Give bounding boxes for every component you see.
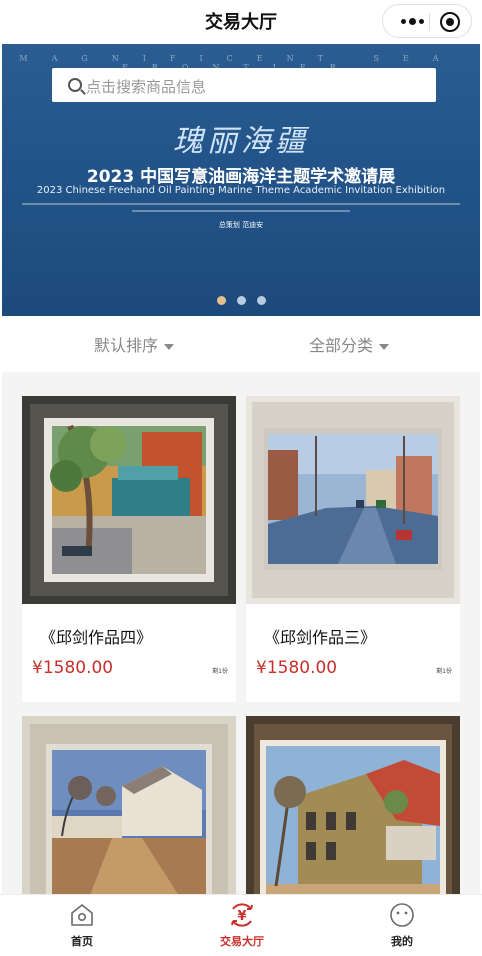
painting-thumbnail (22, 716, 236, 894)
product-card[interactable] (246, 716, 460, 894)
product-image[interactable] (246, 396, 460, 604)
trade-yuan-icon: ¥ (231, 903, 253, 927)
product-image[interactable] (22, 396, 236, 604)
tab-home-label: 首页 (71, 935, 93, 948)
carousel-dot-active[interactable] (216, 296, 226, 305)
carousel-dot[interactable] (256, 296, 266, 305)
filter-bar: 默认排序 全部分类 (0, 316, 482, 372)
svg-text:¥: ¥ (237, 909, 246, 924)
product-price: ¥1580.00 (256, 658, 338, 678)
painting-thumbnail (246, 716, 460, 894)
product-price: ¥1580.00 (32, 658, 114, 678)
product-image[interactable] (246, 716, 460, 894)
search-icon (68, 78, 82, 92)
caret-down-icon (164, 343, 175, 350)
miniprogram-capsule (382, 4, 472, 38)
profile-face-icon (390, 903, 414, 927)
banner-fine-print (22, 209, 460, 214)
banner-title-en: 2023 Chinese Freehand Oil Painting Marin… (36, 185, 446, 196)
capsule-divider (429, 13, 430, 31)
banner-title-zh: 2023 中国写意油画海洋主题学术邀请展 (86, 167, 396, 187)
sort-dropdown[interactable]: 默认排序 (94, 332, 175, 356)
carousel-indicator (2, 296, 480, 305)
product-card[interactable]: 《邱剑作品四》 ¥1580.00 剩1份 (22, 396, 236, 702)
product-card[interactable] (22, 716, 236, 894)
product-image[interactable] (22, 716, 236, 894)
product-stock: 剩1份 (212, 668, 228, 675)
banner-fine-print-lines (22, 203, 460, 205)
more-dot-icon (418, 18, 424, 24)
banner-calligraphy-title: 瑰丽海疆 (173, 124, 309, 159)
product-card[interactable]: 《邱剑作品三》 ¥1580.00 剩1份 (246, 396, 460, 702)
tab-home[interactable]: 首页 (42, 901, 122, 949)
sort-dropdown-label: 默认排序 (94, 336, 159, 355)
category-dropdown[interactable]: 全部分类 (309, 332, 390, 356)
tab-trade-hall-label: 交易大厅 (220, 935, 264, 948)
search-bar[interactable]: 点击搜索商品信息 (52, 68, 436, 102)
product-grid: 《邱剑作品四》 ¥1580.00 剩1份 《邱剑作品三》 ¥1580.00 剩1… (2, 372, 480, 894)
bottom-tab-bar: 首页 ¥ 交易大厅 我的 (0, 894, 482, 956)
exhibition-banner[interactable]: MAGNIFICENT SEA FRONTIER 点击搜索商品信息 瑰丽海疆 2… (2, 44, 480, 316)
banner-fine-print (22, 202, 460, 207)
painting-thumbnail (22, 396, 236, 604)
banner-planner: 总策划 范迪安 (218, 221, 264, 229)
caret-down-icon (379, 343, 390, 350)
more-options-button[interactable] (395, 9, 429, 33)
more-dot-icon (400, 18, 406, 24)
tab-profile[interactable]: 我的 (362, 901, 442, 949)
close-miniprogram-button[interactable] (440, 12, 460, 32)
tab-trade-hall[interactable]: ¥ 交易大厅 (202, 901, 282, 949)
category-dropdown-label: 全部分类 (309, 336, 374, 355)
product-name: 《邱剑作品三》 (264, 628, 377, 647)
home-icon (71, 904, 93, 926)
search-placeholder: 点击搜索商品信息 (86, 78, 207, 96)
product-name: 《邱剑作品四》 (40, 628, 153, 647)
painting-thumbnail (246, 396, 460, 604)
carousel-dot[interactable] (236, 296, 246, 305)
product-stock: 剩1份 (436, 668, 452, 675)
top-navigation-bar: 交易大厅 (0, 0, 482, 44)
tab-profile-label: 我的 (391, 935, 413, 948)
more-dot-icon (408, 17, 416, 25)
banner-fine-print-lines (132, 210, 350, 212)
